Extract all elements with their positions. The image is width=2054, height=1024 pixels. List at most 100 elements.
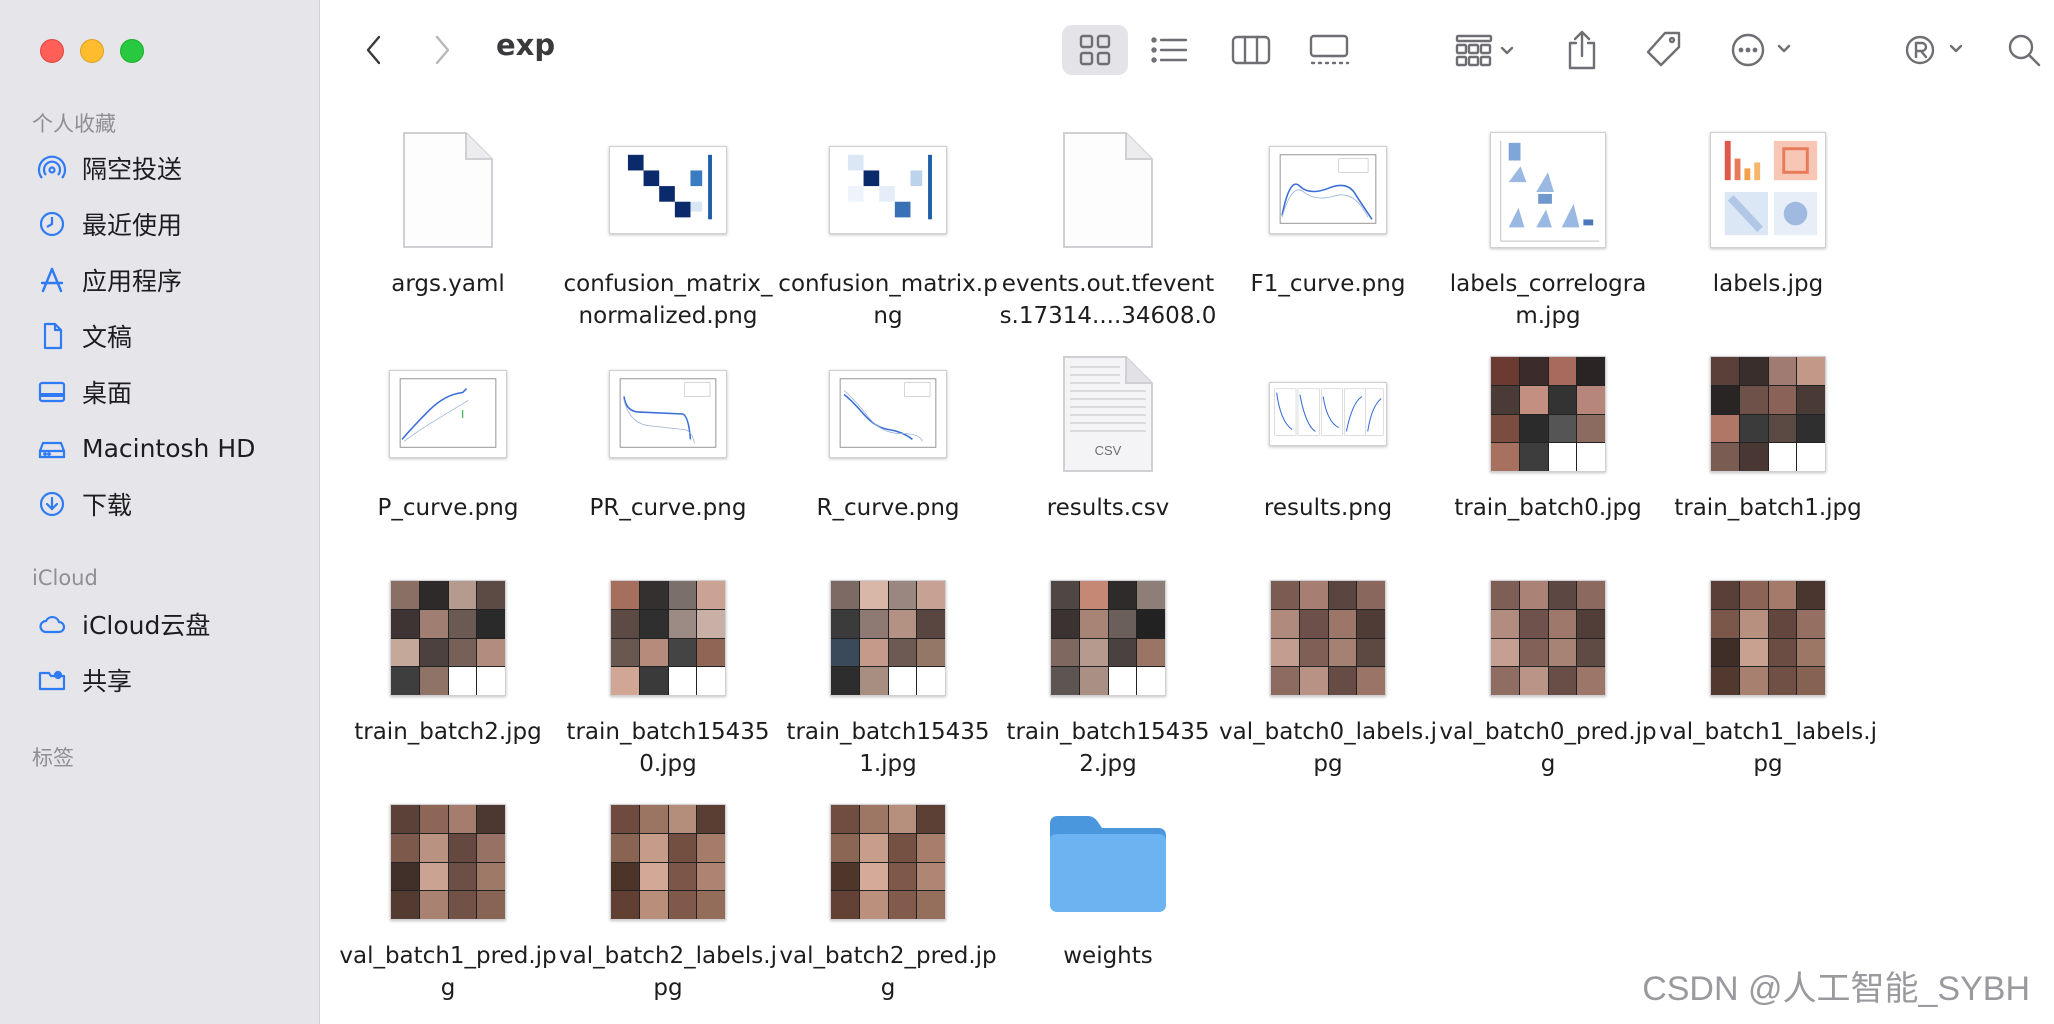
file-item-weights-folder[interactable]: weights <box>998 792 1218 972</box>
file-name: val_batch1_pred.jpg <box>339 943 557 1001</box>
gallery-view-icon <box>1309 34 1350 65</box>
file-thumbnail <box>338 568 558 708</box>
file-item-events-tfevents[interactable]: events.out.tfevents.17314....34608.0 <box>998 120 1218 332</box>
file-item-r-curve[interactable]: R_curve.png <box>778 344 998 524</box>
file-item-labels[interactable]: labels.jpg <box>1658 120 1878 300</box>
file-thumbnail <box>338 344 558 484</box>
file-item-train-batch154351[interactable]: train_batch154351.jpg <box>778 568 998 780</box>
file-thumbnail <box>1438 568 1658 708</box>
sidebar-item-icloud-drive[interactable]: iCloud云盘 <box>36 602 210 646</box>
file-thumbnail <box>778 568 998 708</box>
folder-icon <box>1050 816 1166 912</box>
sidebar-item-label: 应用程序 <box>82 267 183 296</box>
download-icon <box>36 488 68 520</box>
list-view-icon <box>1151 37 1188 63</box>
file-item-train-batch0[interactable]: train_batch0.jpg <box>1438 344 1658 524</box>
file-item-confusion-matrix-normalized[interactable]: confusion_matrix_normalized.png <box>558 120 778 332</box>
tag-button[interactable] <box>1638 25 1688 75</box>
file-item-pr-curve[interactable]: PR_curve.png <box>558 344 778 524</box>
sidebar-item-applications[interactable]: 应用程序 <box>36 258 182 302</box>
sidebar-item-recents[interactable]: 最近使用 <box>36 202 182 246</box>
file-name: train_batch154352.jpg <box>1006 719 1210 777</box>
image-mosaic-thumbnail <box>610 804 726 920</box>
file-item-train-batch154350[interactable]: train_batch154350.jpg <box>558 568 778 780</box>
share-button[interactable] <box>1560 25 1604 75</box>
file-item-val-batch1-labels[interactable]: val_batch1_labels.jpg <box>1658 568 1878 780</box>
search-icon <box>2008 34 2041 67</box>
sidebar-item-label: 最近使用 <box>82 211 183 240</box>
applications-icon <box>36 264 68 296</box>
back-button[interactable] <box>356 25 392 75</box>
sidebar-item-macintosh-hd[interactable]: Macintosh HD <box>36 426 255 470</box>
file-item-labels-correlogram[interactable]: labels_correlogram.jpg <box>1438 120 1658 332</box>
sidebar-item-desktop[interactable]: 桌面 <box>36 370 132 414</box>
window-title: exp <box>496 28 556 62</box>
file-thumbnail <box>1438 120 1658 260</box>
icloud-header: iCloud <box>32 566 98 590</box>
more-button[interactable] <box>1722 25 1802 75</box>
file-name: val_batch0_pred.jpg <box>1439 719 1657 777</box>
favorites-header: 个人收藏 <box>32 112 116 136</box>
file-item-val-batch0-labels[interactable]: val_batch0_labels.jpg <box>1218 568 1438 780</box>
sidebar-item-shared[interactable]: 共享 <box>36 658 132 702</box>
file-thumbnail <box>1658 344 1878 484</box>
file-thumbnail <box>778 792 998 932</box>
image-mosaic-thumbnail <box>830 804 946 920</box>
file-thumbnail <box>558 120 778 260</box>
r-icon <box>1905 35 1963 65</box>
list-view-button[interactable] <box>1136 25 1202 75</box>
document-icon <box>36 320 68 352</box>
file-name: weights <box>1063 943 1153 969</box>
minimize-window-button[interactable] <box>80 39 104 63</box>
forward-button[interactable] <box>424 25 460 75</box>
confusion-matrix-thumbnail <box>829 146 947 234</box>
column-view-button[interactable] <box>1218 25 1284 75</box>
gallery-view-button[interactable] <box>1296 25 1362 75</box>
file-item-val-batch0-pred[interactable]: val_batch0_pred.jpg <box>1438 568 1658 780</box>
back-icon <box>366 35 381 65</box>
curve-plot-thumbnail <box>609 370 727 458</box>
file-name: PR_curve.png <box>589 495 747 521</box>
sidebar-item-label: 桌面 <box>82 379 133 408</box>
file-item-val-batch1-pred[interactable]: val_batch1_pred.jpg <box>338 792 558 1004</box>
file-item-train-batch154352[interactable]: train_batch154352.jpg <box>998 568 1218 780</box>
sidebar-item-label: 隔空投送 <box>82 155 183 184</box>
sidebar-item-label: 文稿 <box>82 323 133 352</box>
file-item-args-yaml[interactable]: args.yaml <box>338 120 558 300</box>
file-item-p-curve[interactable]: P_curve.png <box>338 344 558 524</box>
file-item-train-batch2[interactable]: train_batch2.jpg <box>338 568 558 748</box>
image-mosaic-thumbnail <box>1710 580 1826 696</box>
file-item-train-batch1[interactable]: train_batch1.jpg <box>1658 344 1878 524</box>
file-item-f1-curve[interactable]: F1_curve.png <box>1218 120 1438 300</box>
image-mosaic-thumbnail <box>1490 580 1606 696</box>
sidebar: 个人收藏 隔空投送 最近使用 应用程序 文稿 桌面 Macintosh HD 下… <box>0 0 320 1024</box>
zoom-window-button[interactable] <box>120 39 144 63</box>
window-controls <box>40 39 144 63</box>
r-extension-button[interactable] <box>1896 25 1976 75</box>
disk-icon <box>36 432 68 464</box>
file-thumbnail <box>1658 568 1878 708</box>
file-item-results-png[interactable]: results.png <box>1218 344 1438 524</box>
file-item-confusion-matrix[interactable]: confusion_matrix.png <box>778 120 998 332</box>
document-file-icon <box>1063 132 1153 248</box>
sidebar-item-documents[interactable]: 文稿 <box>36 314 132 358</box>
file-thumbnail <box>778 344 998 484</box>
file-thumbnail <box>1218 120 1438 260</box>
group-button[interactable] <box>1446 25 1526 75</box>
close-window-button[interactable] <box>40 39 64 63</box>
file-item-val-batch2-pred[interactable]: val_batch2_pred.jpg <box>778 792 998 1004</box>
search-button[interactable] <box>2002 25 2046 75</box>
file-name: results.png <box>1263 495 1393 521</box>
icon-view-button[interactable] <box>1062 25 1128 75</box>
file-item-val-batch2-labels[interactable]: val_batch2_labels.jpg <box>558 792 778 1004</box>
clock-icon <box>36 208 68 240</box>
icon-view-icon <box>1079 34 1111 66</box>
sidebar-item-downloads[interactable]: 下载 <box>36 482 132 526</box>
tags-header: 标签 <box>32 746 74 770</box>
file-name: val_batch2_pred.jpg <box>779 943 997 1001</box>
document-file-icon <box>403 132 493 248</box>
file-name: train_batch1.jpg <box>1674 495 1862 521</box>
sidebar-item-airdrop[interactable]: 隔空投送 <box>36 146 182 190</box>
watermark: CSDN @人工智能_SYBH <box>1642 970 2030 1008</box>
file-item-results-csv[interactable]: CSV results.csv <box>998 344 1218 524</box>
